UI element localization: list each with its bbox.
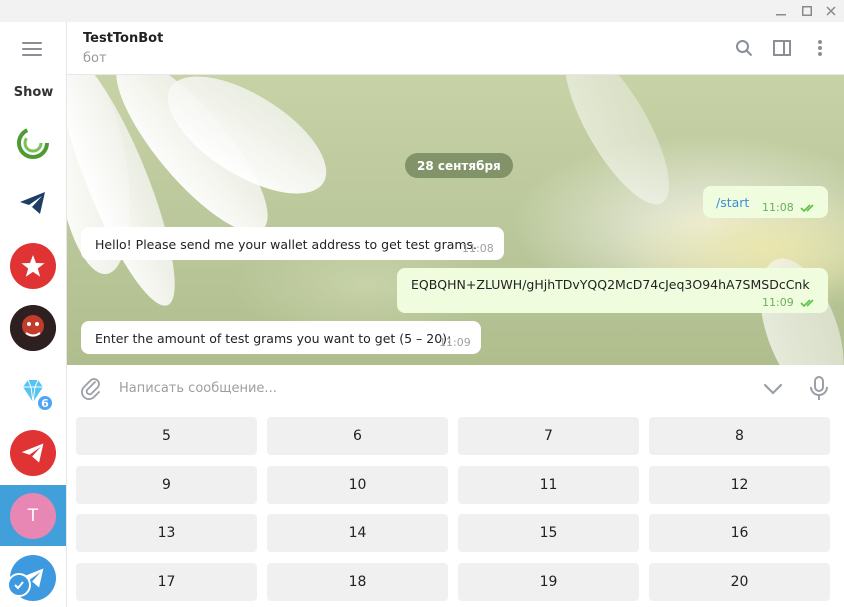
chat-testtonbot[interactable]: T: [10, 493, 56, 539]
maximize-icon: [802, 6, 812, 16]
keyboard-button[interactable]: 15: [458, 514, 639, 552]
keyboard-button[interactable]: 6: [267, 417, 448, 455]
keyboard-button[interactable]: 13: [76, 514, 257, 552]
keyboard-button[interactable]: 7: [458, 417, 639, 455]
keyboard-button[interactable]: 8: [649, 417, 830, 455]
green-swirl-logo-icon: [17, 127, 49, 159]
keyboard-button[interactable]: 10: [267, 466, 448, 504]
compose-bar: [67, 365, 844, 411]
message-history[interactable]: 28 сентября /start 11:08 Hello! Please s…: [67, 75, 844, 365]
message-bubble-incoming[interactable]: Hello! Please send me your wallet addres…: [81, 227, 504, 260]
message-bubble-outgoing[interactable]: EQBQHN+ZLUWH/gHjhTDvYQQ2McD74cJeq3O94hA7…: [397, 268, 828, 313]
avatar-letter: T: [27, 506, 39, 526]
unread-badge: 6: [36, 394, 54, 412]
read-ticks-icon: [800, 299, 814, 308]
paper-plane-icon: [20, 192, 45, 214]
close-icon: [826, 6, 836, 16]
more-vertical-icon[interactable]: [808, 36, 832, 60]
message-bubble-incoming[interactable]: Enter the amount of test grams you want …: [81, 321, 481, 354]
keyboard-button[interactable]: 12: [649, 466, 830, 504]
message-bubble-outgoing[interactable]: /start 11:08: [703, 186, 828, 218]
bot-keyboard: 5 6 7 8 9 10 11 12 13 14 15 16 17 18 19 …: [67, 411, 844, 607]
verified-icon: [7, 573, 31, 597]
paper-plane-icon: [21, 443, 44, 463]
chat-star[interactable]: [10, 243, 56, 289]
minimize-icon: [776, 14, 786, 16]
microphone-icon[interactable]: [807, 375, 831, 401]
chat-sidebar: Show 6 T: [0, 22, 67, 607]
keyboard-button[interactable]: 19: [458, 563, 639, 601]
chat-telegram-red[interactable]: [10, 430, 56, 476]
close-button[interactable]: [819, 0, 843, 22]
message-input[interactable]: [119, 377, 679, 399]
message-time: 11:08: [762, 201, 794, 214]
chat-avatar-photo[interactable]: [10, 305, 56, 351]
chat-folder-green[interactable]: [10, 120, 56, 166]
title-bar: [0, 0, 844, 22]
paperclip-icon[interactable]: [79, 376, 103, 400]
keyboard-button[interactable]: 17: [76, 563, 257, 601]
message-text[interactable]: Enter the amount of test grams you want …: [95, 331, 451, 346]
telegram-window: Show 6 T TestTonBot бот 28 сентября /sta…: [0, 0, 844, 607]
keyboard-button[interactable]: 9: [76, 466, 257, 504]
keyboard-button[interactable]: 18: [267, 563, 448, 601]
wallpaper-petal: [546, 75, 688, 218]
folder-label-show[interactable]: Show: [0, 85, 66, 100]
star-icon: [21, 255, 45, 277]
photo-avatar-icon: [10, 305, 56, 351]
keyboard-button[interactable]: 5: [76, 417, 257, 455]
message-time: 11:08: [462, 242, 494, 255]
sidebar-toggle-icon[interactable]: [770, 36, 794, 60]
chevron-down-icon[interactable]: [761, 377, 785, 401]
chat-telegram-dark[interactable]: [10, 180, 56, 226]
hamburger-menu-icon[interactable]: [22, 40, 44, 56]
chat-header: TestTonBot бот: [67, 22, 844, 75]
chat-subtitle: бот: [83, 51, 107, 66]
keyboard-button[interactable]: 14: [267, 514, 448, 552]
search-icon[interactable]: [732, 36, 756, 60]
message-time: 11:09: [762, 296, 794, 309]
maximize-button[interactable]: [795, 0, 819, 22]
message-text[interactable]: /start: [716, 195, 749, 210]
message-text[interactable]: EQBQHN+ZLUWH/gHjhTDvYQQ2McD74cJeq3O94hA7…: [411, 277, 810, 292]
date-separator: 28 сентября: [405, 153, 513, 178]
message-text[interactable]: Hello! Please send me your wallet addres…: [95, 237, 477, 252]
chat-title[interactable]: TestTonBot: [83, 31, 163, 46]
keyboard-button[interactable]: 11: [458, 466, 639, 504]
keyboard-button[interactable]: 20: [649, 563, 830, 601]
minimize-button[interactable]: [769, 0, 793, 22]
keyboard-button[interactable]: 16: [649, 514, 830, 552]
message-time: 11:09: [439, 336, 471, 349]
read-ticks-icon: [800, 204, 814, 213]
